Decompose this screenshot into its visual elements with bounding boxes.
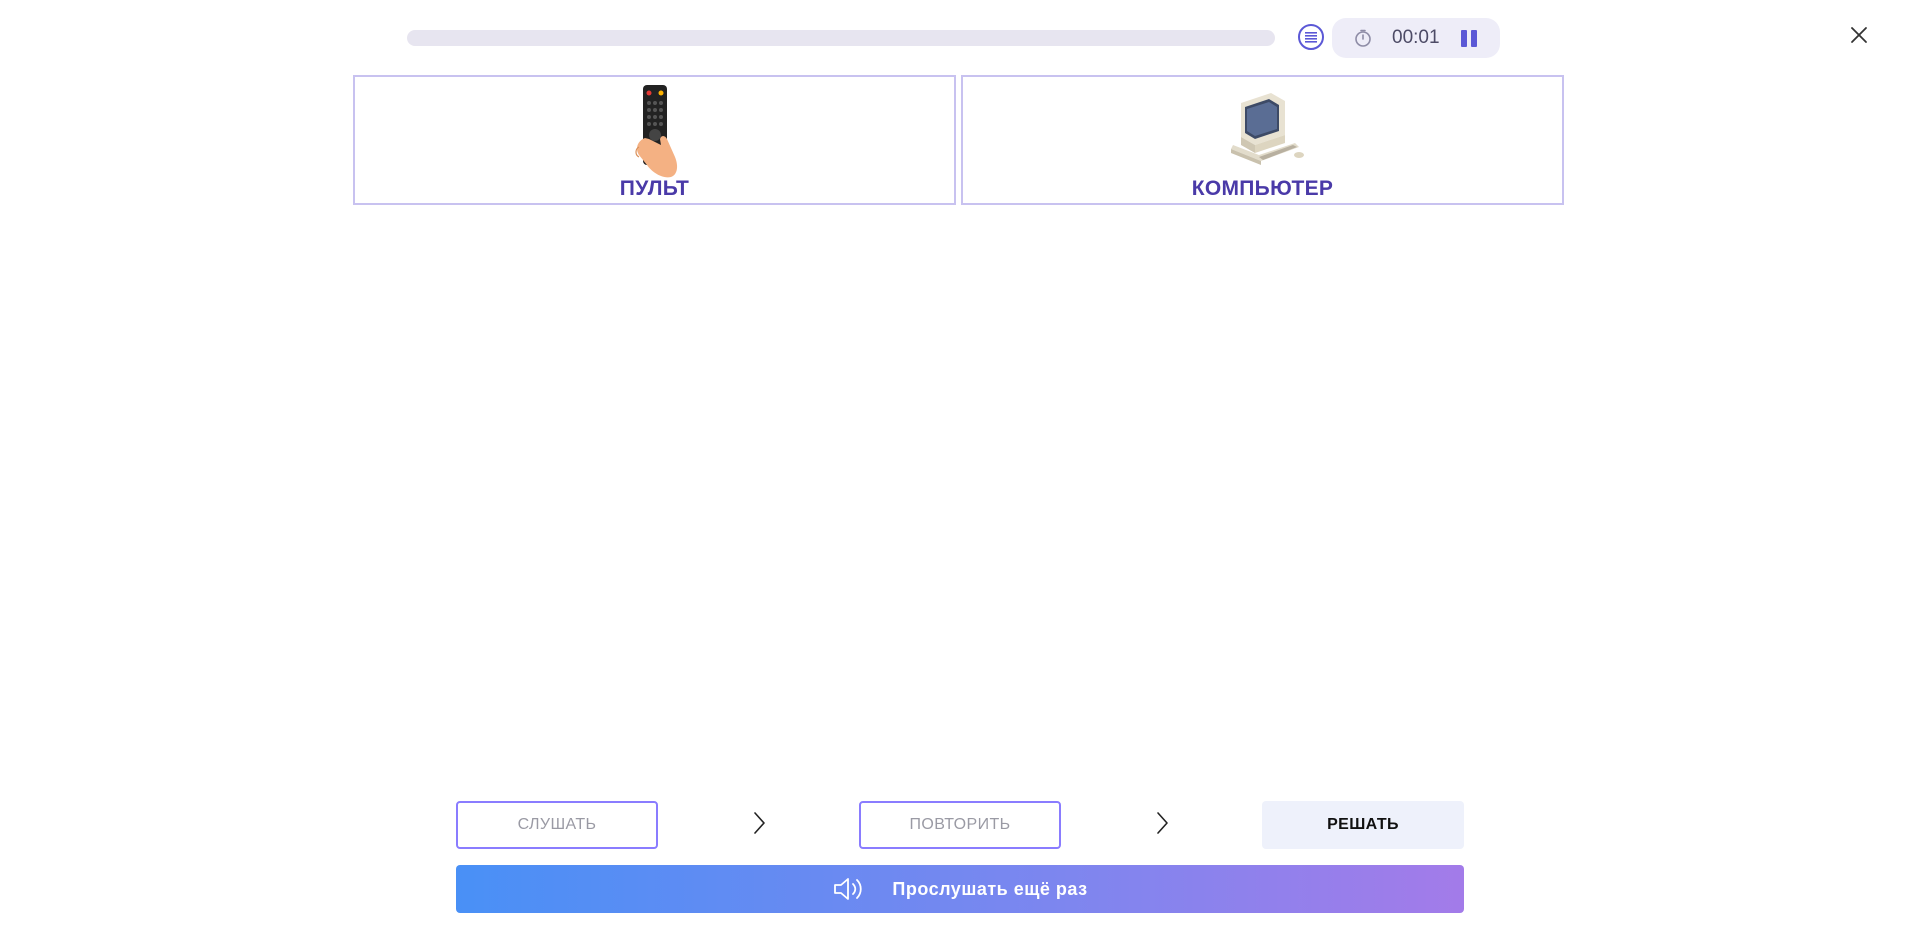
solve-button[interactable]: РЕШАТЬ [1262, 801, 1464, 849]
chevron-right-icon [1157, 812, 1168, 834]
card-label-remote: ПУЛЬТ [619, 177, 690, 200]
card-computer[interactable]: КОМПЬЮТЕР [961, 75, 1564, 205]
pause-icon-bar [1471, 30, 1477, 47]
top-bar: 00:01 [0, 0, 1920, 75]
chevron-right-icon [754, 812, 765, 834]
computer-icon [1230, 93, 1304, 165]
timer-text: 00:01 [1392, 27, 1440, 48]
card-remote[interactable]: ПУЛЬТ [353, 75, 956, 205]
repeat-button[interactable]: ПОВТОРИТЬ [859, 801, 1061, 849]
card-label-computer: КОМПЬЮТЕР [1191, 177, 1334, 200]
close-icon[interactable] [1848, 24, 1870, 46]
pause-icon [1461, 30, 1467, 47]
remote-control-icon [634, 85, 677, 178]
speaker-icon [834, 878, 863, 900]
replay-button[interactable]: Прослушать ещё раз [456, 865, 1464, 913]
pause-button[interactable] [1459, 28, 1479, 48]
timer-pill: 00:01 [1332, 18, 1500, 58]
replay-label: Прослушать ещё раз [892, 878, 1088, 899]
stopwatch-icon [1355, 29, 1371, 47]
list-button[interactable] [1298, 24, 1324, 50]
list-icon [1305, 32, 1317, 43]
progress-bar [407, 30, 1275, 46]
listen-button[interactable]: СЛУШАТЬ [456, 801, 658, 849]
